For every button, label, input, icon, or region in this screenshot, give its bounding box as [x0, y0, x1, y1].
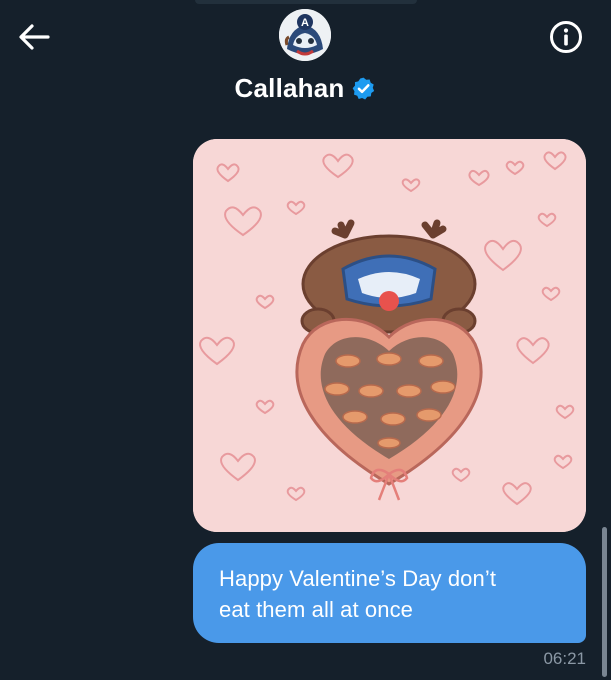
info-circle-icon — [550, 21, 582, 53]
back-button[interactable] — [14, 18, 54, 56]
message-timestamp: 06:21 — [543, 649, 586, 668]
avatar-letter: A — [301, 17, 309, 29]
message-text: Happy Valentine’s Day don’t eat them all… — [219, 563, 560, 625]
arrow-left-icon — [19, 24, 50, 50]
image-message[interactable] — [193, 139, 586, 532]
message-bubble[interactable]: Happy Valentine’s Day don’t eat them all… — [193, 543, 586, 643]
valentine-chocolates-illustration — [193, 139, 586, 532]
verified-badge-icon — [353, 77, 375, 99]
info-button[interactable] — [546, 17, 586, 57]
message-line-2: eat them all at once — [219, 597, 414, 622]
message-line-1: Happy Valentine’s Day don’t — [219, 566, 497, 591]
avatar[interactable]: A — [279, 9, 331, 61]
contact-header: Callahan — [0, 70, 611, 106]
scrollbar[interactable] — [602, 527, 607, 677]
avatar-image: A — [279, 9, 331, 61]
contact-name[interactable]: Callahan — [235, 73, 345, 104]
previous-message-edge — [195, 0, 417, 4]
